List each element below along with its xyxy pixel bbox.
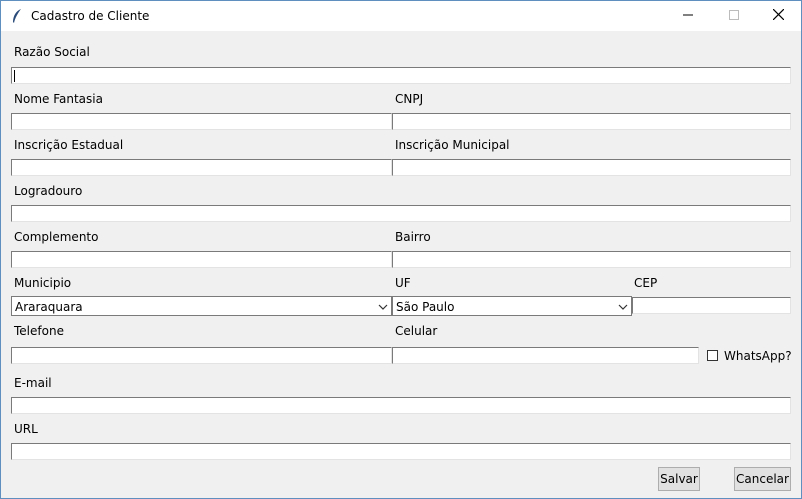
minimize-icon — [683, 9, 693, 23]
salvar-button[interactable]: Salvar — [658, 467, 700, 491]
url-input[interactable] — [11, 443, 791, 460]
cnpj-label: CNPJ — [395, 92, 424, 106]
nome-fantasia-label: Nome Fantasia — [14, 92, 103, 106]
uf-select[interactable]: São Paulo — [392, 296, 632, 316]
maximize-button[interactable] — [711, 1, 757, 31]
email-label: E-mail — [14, 376, 52, 390]
logradouro-label: Logradouro — [14, 184, 83, 198]
bairro-input[interactable] — [392, 251, 791, 268]
title-bar: Cadastro de Cliente — [1, 1, 801, 31]
window-title: Cadastro de Cliente — [31, 9, 150, 23]
url-label: URL — [14, 422, 38, 436]
celular-input[interactable] — [392, 347, 699, 364]
inscricao-municipal-label: Inscrição Municipal — [395, 138, 510, 152]
whatsapp-label: WhatsApp? — [724, 349, 792, 363]
email-input[interactable] — [11, 397, 791, 414]
cep-input[interactable] — [632, 297, 791, 314]
nome-fantasia-input[interactable] — [11, 113, 392, 130]
inscricao-estadual-input[interactable] — [11, 159, 392, 176]
razao-social-label: Razão Social — [14, 45, 90, 59]
municipio-label: Municipio — [14, 276, 72, 290]
municipio-value: Araraquara — [15, 300, 83, 314]
logradouro-input[interactable] — [11, 205, 791, 222]
complemento-label: Complemento — [14, 230, 99, 244]
municipio-select[interactable]: Araraquara — [11, 296, 392, 316]
cnpj-input[interactable] — [392, 113, 791, 130]
app-window: Cadastro de Cliente Razão Social Nome Fa… — [0, 0, 802, 499]
razao-social-input[interactable] — [11, 67, 791, 84]
cep-label: CEP — [634, 276, 658, 290]
uf-label: UF — [395, 276, 411, 290]
telefone-input[interactable] — [11, 347, 392, 364]
bairro-label: Bairro — [395, 230, 431, 244]
minimize-button[interactable] — [665, 1, 711, 31]
maximize-icon — [729, 9, 739, 23]
celular-label: Celular — [395, 324, 438, 338]
tk-feather-icon — [11, 8, 23, 24]
whatsapp-checkbox[interactable] — [707, 350, 718, 361]
inscricao-estadual-label: Inscrição Estadual — [14, 138, 124, 152]
cancelar-button[interactable]: Cancelar — [734, 467, 791, 491]
close-icon — [772, 8, 784, 23]
close-button[interactable] — [755, 1, 801, 31]
chevron-down-icon — [618, 301, 628, 311]
inscricao-municipal-input[interactable] — [392, 159, 791, 176]
uf-value: São Paulo — [396, 300, 455, 314]
text-caret — [14, 70, 15, 82]
chevron-down-icon — [378, 301, 388, 311]
telefone-label: Telefone — [14, 324, 64, 338]
complemento-input[interactable] — [11, 251, 392, 268]
